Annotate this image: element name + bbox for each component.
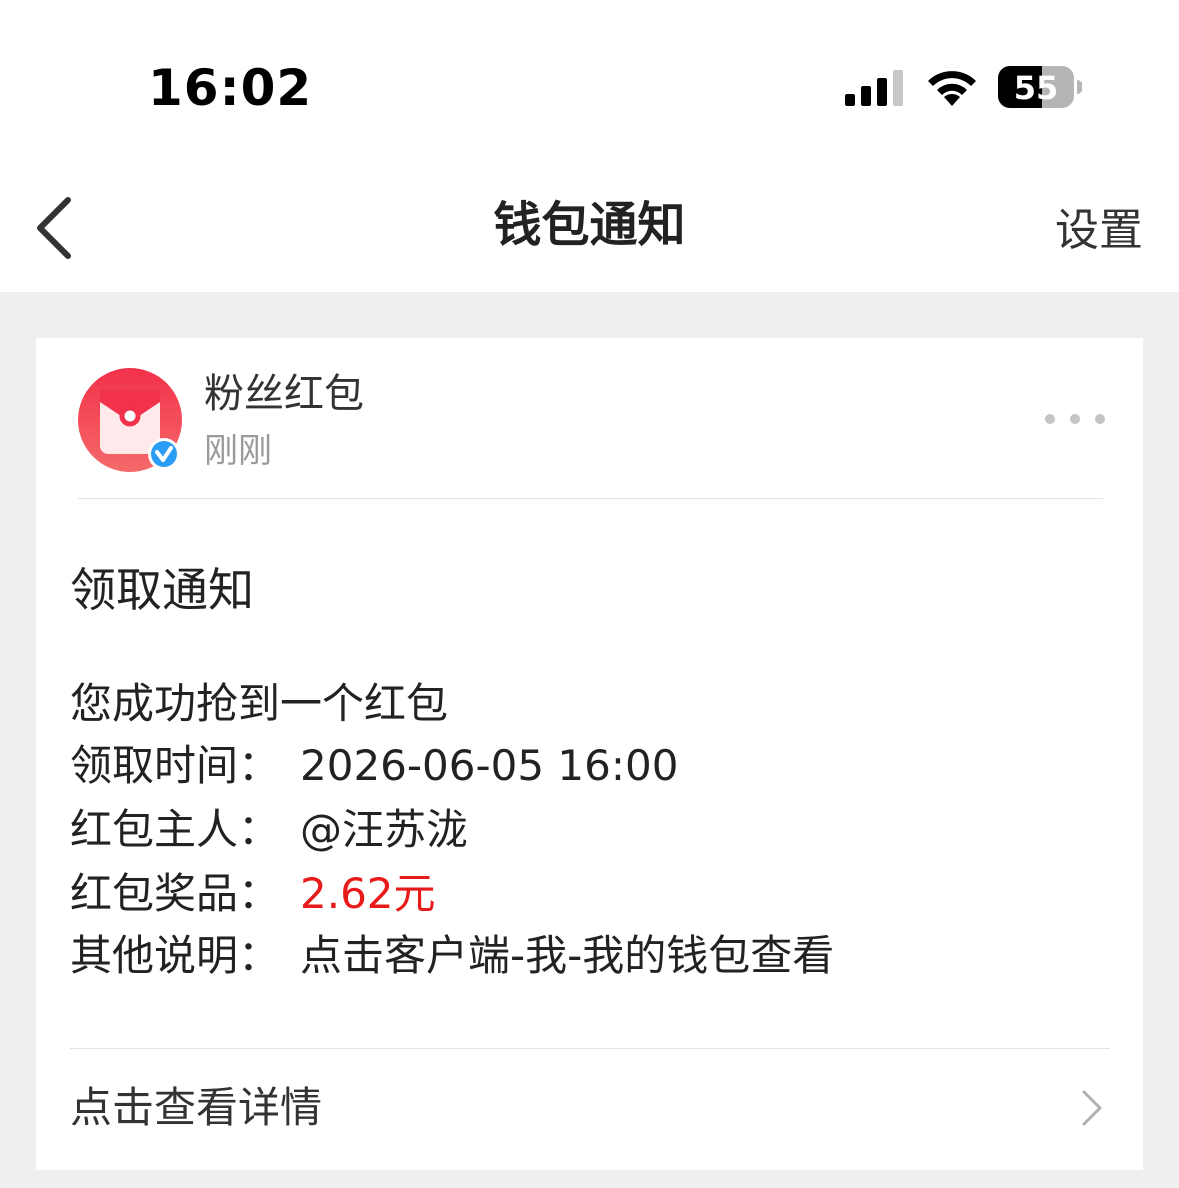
status-time: 16:02 [148,59,313,117]
field-label: 红包奖品： [70,869,281,918]
field-value[interactable]: @汪苏泷 [300,805,468,854]
divider [70,1048,1110,1049]
notice-title: 领取通知 [70,563,254,617]
sender-timestamp: 刚刚 [204,431,272,471]
wifi-icon [928,71,976,106]
field-other-info: 其他说明： 点击客户端-我-我的钱包查看 [70,926,834,986]
prize-amount: 2.62元 [300,869,436,918]
red-envelope-icon[interactable] [78,368,182,472]
view-details-link[interactable]: 点击查看详情 [70,1078,322,1138]
field-prize: 红包奖品： 2.62元 [70,864,436,924]
notification-card: 粉丝红包 刚刚 领取通知 您成功抢到一个红包 领取时间： 2026-06-05 1… [36,338,1143,1170]
battery-level: 55 [1013,69,1059,107]
field-label: 其他说明： [70,931,281,980]
field-claim-time: 领取时间： 2026-06-05 16:00 [70,736,678,796]
chevron-right-icon[interactable] [1080,1088,1106,1128]
page-title: 钱包通知 [493,197,686,253]
field-label: 领取时间： [70,741,281,790]
notice-intro: 您成功抢到一个红包 [70,679,449,728]
navigation-bar: 钱包通知 设置 [0,160,1179,292]
status-bar: 16:02 55 [0,0,1179,160]
sender-name[interactable]: 粉丝红包 [204,366,364,422]
signal-icon [845,70,903,106]
more-options-icon[interactable] [1044,402,1106,436]
field-envelope-owner: 红包主人： @汪苏泷 [70,800,468,860]
divider [78,498,1103,499]
field-value: 2026-06-05 16:00 [300,741,679,790]
field-label: 红包主人： [70,805,281,854]
settings-button[interactable]: 设置 [1055,198,1143,264]
field-value: 点击客户端-我-我的钱包查看 [300,931,835,980]
